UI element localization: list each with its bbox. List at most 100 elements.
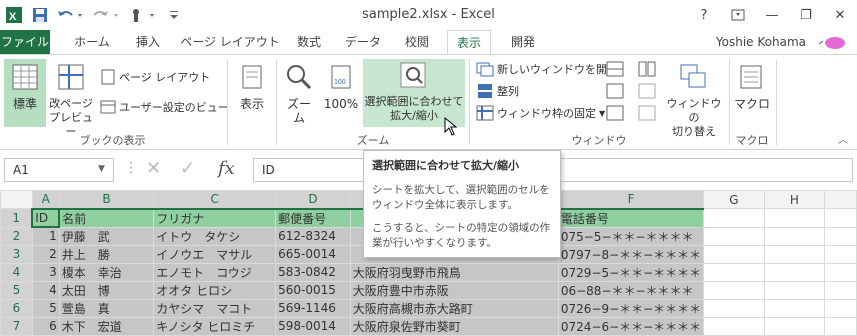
- cell[interactable]: フリガナ: [153, 208, 277, 228]
- redo-icon[interactable]: [90, 3, 124, 27]
- cell[interactable]: [763, 316, 826, 336]
- page-layout-view-button[interactable]: ページ レイアウト: [100, 69, 210, 85]
- tab-formulas[interactable]: 数式: [286, 30, 332, 54]
- cell[interactable]: [824, 280, 857, 300]
- cell[interactable]: 3: [31, 262, 60, 282]
- cell[interactable]: [824, 244, 857, 264]
- excel-app-icon[interactable]: X: [2, 3, 26, 27]
- row-header[interactable]: 1: [0, 208, 33, 228]
- collapse-ribbon-icon[interactable]: ︿: [838, 131, 848, 146]
- close-button[interactable]: ✕: [823, 0, 857, 30]
- cell[interactable]: [824, 208, 857, 228]
- cell[interactable]: 電話番号: [557, 208, 705, 228]
- reset-window-position-icon[interactable]: [638, 105, 656, 124]
- cell[interactable]: 2: [31, 244, 60, 264]
- cell[interactable]: 665-0014: [275, 244, 351, 264]
- cell[interactable]: 大阪府泉佐野市葵町: [349, 316, 559, 336]
- column-header-g[interactable]: G: [703, 190, 765, 209]
- cell[interactable]: キノシタ ヒロミチ: [153, 316, 277, 336]
- cell[interactable]: 萱島 真: [58, 298, 155, 318]
- cell[interactable]: [763, 298, 826, 318]
- cell[interactable]: 4: [31, 280, 60, 300]
- ribbon-display-options-icon[interactable]: [721, 0, 755, 30]
- unhide-icon[interactable]: [606, 105, 624, 124]
- switch-windows-button[interactable]: ウィンドウの 切り替え: [664, 59, 724, 138]
- cell[interactable]: 0726−9−＊＊−＊＊＊＊: [557, 298, 705, 318]
- cell[interactable]: 5: [31, 298, 60, 318]
- macros-button[interactable]: マクロ: [734, 59, 770, 127]
- select-all-corner[interactable]: [0, 190, 33, 209]
- cell[interactable]: 伊藤 武: [58, 226, 155, 246]
- tab-data[interactable]: データ: [338, 30, 388, 54]
- row-header[interactable]: 7: [0, 316, 33, 336]
- cell[interactable]: エノモト コウジ: [153, 262, 277, 282]
- cell[interactable]: [824, 226, 857, 246]
- cell[interactable]: [703, 280, 765, 300]
- column-header-b[interactable]: B: [58, 190, 155, 210]
- user-avatar-icon[interactable]: [812, 30, 852, 54]
- column-header-extra[interactable]: [824, 190, 857, 209]
- cell[interactable]: 大阪府高槻市赤大路町: [349, 298, 559, 318]
- customize-qat-icon[interactable]: [162, 3, 186, 27]
- cell[interactable]: [763, 226, 826, 246]
- cell[interactable]: 598-0014: [275, 316, 351, 336]
- row-header[interactable]: 6: [0, 298, 33, 318]
- enter-icon[interactable]: ✓: [180, 158, 195, 179]
- cell[interactable]: [703, 316, 765, 336]
- cell[interactable]: 太田 博: [58, 280, 155, 300]
- row-header[interactable]: 5: [0, 280, 33, 300]
- synchronous-scrolling-icon[interactable]: [638, 83, 656, 102]
- cell[interactable]: [703, 208, 765, 228]
- column-header-d[interactable]: D: [275, 190, 351, 210]
- cell[interactable]: [763, 262, 826, 282]
- minimize-button[interactable]: —: [755, 0, 789, 30]
- normal-view-button[interactable]: 標準: [4, 59, 46, 127]
- restore-button[interactable]: ❐: [789, 0, 823, 30]
- tab-developer[interactable]: 開発: [500, 30, 546, 54]
- cell[interactable]: [824, 316, 857, 336]
- tab-insert[interactable]: 挿入: [122, 30, 174, 54]
- help-button[interactable]: ?: [687, 0, 721, 30]
- cell[interactable]: ID: [31, 207, 61, 228]
- cell[interactable]: 06−88−＊＊−＊＊＊＊: [557, 280, 705, 300]
- cell[interactable]: [703, 298, 765, 318]
- row-header[interactable]: 2: [0, 226, 33, 246]
- cancel-icon[interactable]: ✕: [146, 158, 161, 179]
- tab-file[interactable]: ファイル: [0, 30, 50, 54]
- cell[interactable]: [824, 262, 857, 282]
- cell[interactable]: 560-0015: [275, 280, 351, 300]
- cell[interactable]: カヤシマ マコト: [153, 298, 277, 318]
- undo-icon[interactable]: [54, 3, 88, 27]
- column-header-h[interactable]: H: [763, 190, 826, 209]
- cell[interactable]: 木下 宏道: [58, 316, 155, 336]
- cell[interactable]: 583-0842: [275, 262, 351, 282]
- freeze-panes-button[interactable]: ウィンドウ枠の固定 ▼: [476, 105, 605, 121]
- cell[interactable]: 名前: [58, 208, 155, 228]
- column-header-f[interactable]: F: [557, 190, 705, 210]
- column-header-a[interactable]: A: [31, 190, 60, 210]
- cell[interactable]: オオタ ヒロシ: [153, 280, 277, 300]
- split-icon[interactable]: [606, 61, 624, 80]
- tab-view[interactable]: 表示: [447, 30, 491, 55]
- cell[interactable]: 6: [31, 316, 60, 336]
- cell[interactable]: 大阪府羽曳野市飛鳥: [349, 262, 559, 282]
- cell[interactable]: [763, 208, 826, 228]
- cell[interactable]: 612-8324: [275, 226, 351, 246]
- arrange-all-button[interactable]: 整列: [476, 83, 519, 99]
- tab-home[interactable]: ホーム: [62, 30, 122, 54]
- zoom-button[interactable]: ズーム: [282, 59, 316, 127]
- row-header[interactable]: 4: [0, 262, 33, 282]
- hide-icon[interactable]: [606, 83, 624, 102]
- row-header[interactable]: 3: [0, 244, 33, 264]
- view-side-by-side-icon[interactable]: [638, 61, 656, 80]
- cell[interactable]: 1: [31, 226, 60, 246]
- cell[interactable]: 郵便番号: [275, 208, 351, 228]
- touch-mode-icon[interactable]: [126, 3, 160, 27]
- cell[interactable]: [824, 298, 857, 318]
- cell[interactable]: [763, 244, 826, 264]
- cell[interactable]: 榎本 幸治: [58, 262, 155, 282]
- custom-views-button[interactable]: ユーザー設定のビュー: [100, 99, 229, 115]
- name-box-dropdown-icon[interactable]: ▼: [98, 164, 105, 174]
- tab-page-layout[interactable]: ページ レイアウト: [180, 30, 280, 54]
- cell[interactable]: 井上 勝: [58, 244, 155, 264]
